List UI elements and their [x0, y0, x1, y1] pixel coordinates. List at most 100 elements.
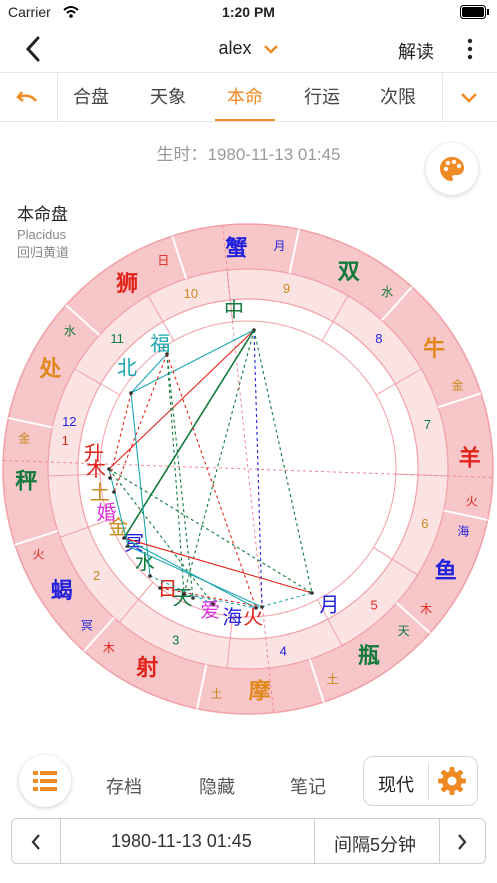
planet-dot [112, 490, 116, 494]
planet-label: 土 [90, 481, 110, 504]
modern-label: 现代 [378, 775, 414, 795]
date-value[interactable]: 1980-11-13 01:45 [111, 831, 252, 852]
sign-label: 牛 [423, 336, 445, 361]
tab-bar: 合盘 天象 本命 行运 次限 [0, 72, 497, 122]
sign-ruler: 水 [381, 285, 393, 299]
planet-label: 中 [224, 299, 244, 322]
tab-transit[interactable]: 行运 [284, 73, 360, 121]
modern-toggle[interactable]: 现代 [363, 756, 478, 806]
sign-ruler: 土 [327, 673, 339, 687]
planet-dot [182, 592, 186, 596]
archive-button[interactable]: 存档 [106, 773, 142, 799]
bottom-toolbar: 存档 隐藏 笔记 现代 [0, 750, 497, 812]
house-number: 9 [283, 281, 290, 296]
sign-ruler: 火 [466, 494, 478, 508]
house-number: 5 [371, 597, 378, 612]
planet-dot [252, 328, 256, 332]
notes-button[interactable]: 笔记 [290, 773, 326, 799]
planet-label: 木 [86, 458, 106, 481]
sign-label: 双 [338, 259, 360, 284]
sign-ruler: 木 [420, 602, 432, 616]
sign-label: 蝎 [51, 578, 73, 603]
natal-chart-wheel: 双水牛金羊火鱼木海瓶土天摩土射木蝎火冥秤金处水狮日蟹 月9876543211211… [2, 223, 494, 715]
house-number: 8 [375, 331, 382, 346]
house-number: 10 [184, 286, 198, 301]
sign-label: 狮 [116, 271, 138, 296]
sign-label: 摩 [249, 679, 271, 704]
sign-ruler: 月 [273, 239, 285, 253]
nav-bar: alex 解读 [0, 26, 497, 72]
sign-label: 羊 [459, 445, 481, 470]
sign-label: 射 [135, 655, 158, 680]
divider [442, 73, 443, 121]
house-number: 12 [62, 414, 76, 429]
planet-dot [108, 476, 112, 480]
planet-dot [122, 536, 126, 540]
planet-dot [126, 544, 130, 548]
house-number: 6 [421, 516, 428, 531]
palette-icon [440, 157, 464, 181]
date-stepper: 1980-11-13 01:45 间隔5分钟 [11, 818, 486, 864]
chevron-down-icon [263, 45, 278, 54]
sign-ruler: 冥 [81, 619, 93, 633]
interpret-button[interactable]: 解读 [398, 38, 434, 64]
tab-synastry[interactable]: 合盘 [53, 73, 129, 121]
tab-transit-sky[interactable]: 天象 [130, 73, 206, 121]
list-button[interactable] [19, 755, 71, 807]
planet-dot [260, 605, 264, 609]
divider [428, 763, 429, 799]
planet-label: 火 [243, 607, 263, 629]
sign-label: 鱼 [435, 558, 457, 583]
sign-label: 瓶 [358, 643, 380, 668]
sign-ruler: 金 [18, 431, 30, 446]
planet-dot [191, 596, 195, 600]
list-icon [33, 771, 57, 791]
divider [60, 819, 61, 863]
battery-icon [460, 5, 489, 19]
house-number: 3 [172, 632, 179, 647]
sign-label: 秤 [15, 469, 37, 494]
planet-label: 水 [135, 551, 155, 574]
planet-dot [211, 602, 215, 606]
sign-ruler: 金 [452, 377, 464, 392]
planet-dot [158, 586, 162, 590]
planet-label: 海 [222, 606, 242, 629]
house-number: 1 [62, 433, 69, 448]
tab-progression[interactable]: 次限 [360, 73, 436, 121]
chevron-left-icon[interactable] [30, 833, 42, 851]
hide-button[interactable]: 隐藏 [199, 773, 235, 799]
sign-label: 蟹 [225, 235, 247, 260]
sign-ruler: 日 [157, 253, 169, 267]
sign-ruler: 天 [398, 624, 410, 638]
sign-ruler: 土 [211, 687, 223, 701]
planet-dot [107, 467, 111, 471]
planet-dot [129, 391, 133, 395]
house-number: 11 [110, 331, 124, 346]
undo-icon[interactable] [16, 87, 40, 107]
tab-natal[interactable]: 本命 [207, 73, 283, 121]
sign-ruler: 海 [457, 524, 469, 539]
planet-label: 北 [117, 356, 137, 379]
house-number: 7 [424, 417, 431, 432]
house-number: 4 [280, 644, 287, 659]
more-vertical-icon[interactable] [466, 38, 474, 60]
planet-label: 天 [173, 587, 193, 609]
sign-label: 处 [38, 356, 61, 381]
palette-button[interactable] [426, 143, 478, 195]
sign-ruler: 火 [32, 548, 44, 562]
chevron-down-icon[interactable] [460, 92, 478, 104]
planet-label: 爱 [200, 599, 220, 622]
interval-selector[interactable]: 间隔5分钟 [334, 831, 416, 857]
clock: 1:20 PM [222, 4, 275, 20]
planet-dot [165, 352, 169, 356]
sign-ruler: 水 [64, 324, 76, 338]
house-number: 2 [93, 568, 100, 583]
status-bar: Carrier 1:20 PM [0, 0, 497, 26]
birth-time-label: 生时：1980-11-13 01:45 [156, 145, 341, 164]
planet-label: 月 [319, 594, 339, 616]
planet-dot [148, 574, 152, 578]
planet-dot [254, 606, 258, 610]
gear-icon[interactable] [437, 766, 467, 796]
divider [439, 819, 440, 863]
chevron-right-icon[interactable] [456, 833, 468, 851]
